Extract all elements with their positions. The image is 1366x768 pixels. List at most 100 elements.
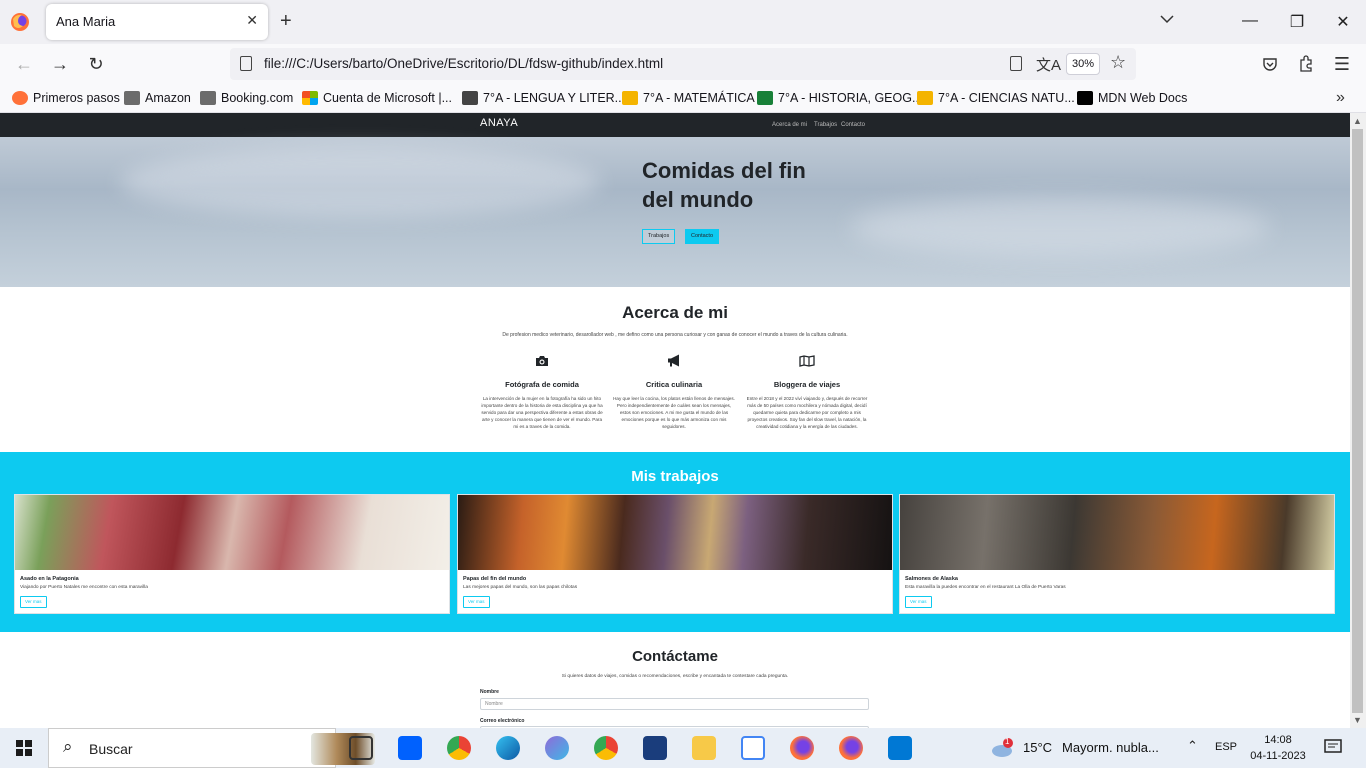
firefox-taskbar-icon[interactable] — [790, 736, 814, 760]
more-bookmarks-icon[interactable]: » — [1336, 89, 1345, 107]
bluebeam-icon[interactable] — [643, 736, 667, 760]
about-title: Acerca de mi — [622, 303, 728, 322]
reload-icon[interactable]: ↻ — [84, 53, 108, 75]
card-see-more-button[interactable]: Ver mas — [905, 596, 932, 608]
scrollbar-thumb[interactable] — [1352, 129, 1363, 713]
about-description: De profesion medico veterinario, desarol… — [502, 332, 848, 338]
show-hidden-icons[interactable]: ⌃ — [1187, 738, 1198, 754]
edge-icon[interactable] — [496, 736, 520, 760]
task-view-icon[interactable] — [349, 736, 373, 760]
hero-cloud — [850, 197, 1270, 257]
feature-photographer: Fotógrafa de comida La intervención de l… — [480, 353, 604, 430]
feature-text: Hay que leer la cocina, los platos están… — [613, 396, 735, 429]
nav-link-contact[interactable]: Contacto — [841, 122, 865, 128]
translate-icon[interactable]: 文A — [1036, 54, 1061, 75]
bookmark-item[interactable]: Primeros pasos — [12, 91, 120, 105]
site-brand[interactable]: ANAYA — [480, 117, 518, 129]
bookmark-item[interactable]: MDN Web Docs — [1077, 91, 1187, 105]
hero-cloud — [120, 147, 600, 217]
bookmark-item[interactable]: Cuenta de Microsoft |... — [302, 91, 452, 105]
pocket-icon[interactable] — [1262, 56, 1278, 72]
address-bar[interactable]: file:///C:/Users/barto/OneDrive/Escritor… — [230, 48, 1136, 80]
name-label: Nombre — [480, 689, 499, 695]
hero-works-button[interactable]: Trabajos — [642, 229, 676, 244]
card-see-more-button[interactable]: Ver mas — [463, 596, 490, 608]
taskbar-search[interactable]: ⌕ Buscar — [48, 728, 375, 768]
browser-tab[interactable]: Ana Maria ✕ — [46, 4, 268, 40]
page-info-icon[interactable] — [240, 56, 252, 71]
work-card: Asado en la Patagonia Viajando por Puert… — [14, 494, 450, 614]
language-indicator[interactable]: ESP — [1215, 741, 1237, 753]
hero-section: Comidas del fin del mundo Trabajos Conta… — [0, 137, 1350, 287]
scroll-down-icon[interactable]: ▼ — [1353, 715, 1362, 725]
card-see-more-button[interactable]: Ver mas — [20, 596, 47, 608]
classroom-icon — [462, 91, 478, 105]
camera-icon — [536, 356, 548, 366]
start-button[interactable] — [16, 740, 32, 756]
clock-time: 14:08 — [1264, 734, 1292, 746]
tab-title: Ana Maria — [56, 14, 116, 29]
nav-link-about[interactable]: Acerca de mi — [772, 122, 807, 128]
restore-icon[interactable]: ❐ — [1285, 12, 1309, 32]
app-menu-icon[interactable]: ☰ — [1330, 53, 1354, 75]
nav-link-works[interactable]: Trabajos — [814, 122, 837, 128]
classroom-icon — [622, 91, 638, 105]
list-all-tabs-icon[interactable] — [1160, 14, 1174, 24]
bookmark-item[interactable]: 7°A - LENGUA Y LITER... — [462, 91, 625, 105]
google-app-icon[interactable] — [741, 736, 765, 760]
microsoft-icon — [302, 91, 318, 105]
new-tab-button[interactable]: + — [280, 10, 292, 32]
reader-view-icon[interactable] — [1010, 56, 1022, 71]
bookmark-item[interactable]: Booking.com — [200, 91, 293, 105]
close-tab-icon[interactable]: ✕ — [246, 12, 258, 29]
extensions-icon[interactable] — [1298, 55, 1314, 73]
back-icon[interactable]: ← — [12, 53, 36, 75]
chrome-icon[interactable] — [447, 736, 471, 760]
copilot-icon[interactable] — [545, 736, 569, 760]
site-navbar: ANAYA Acerca de mi Trabajos Contacto — [0, 113, 1350, 137]
zoom-level-button[interactable]: 30% — [1066, 53, 1100, 75]
clock-date: 04-11-2023 — [1250, 750, 1306, 762]
name-field[interactable]: Nombre — [480, 698, 869, 710]
feature-title: Fotógrafa de comida — [505, 380, 579, 389]
cloudy-weather-icon[interactable] — [990, 738, 1016, 758]
map-icon — [799, 355, 815, 367]
weather-temperature[interactable]: 15°C — [1023, 740, 1052, 755]
minimize-icon[interactable]: — — [1238, 12, 1262, 30]
classroom-icon — [917, 91, 933, 105]
url-text[interactable]: file:///C:/Users/barto/OneDrive/Escritor… — [264, 56, 663, 71]
bookmark-item[interactable]: 7°A - MATEMÁTICA — [622, 91, 755, 105]
scroll-up-icon[interactable]: ▲ — [1353, 116, 1362, 126]
firefox-icon — [12, 91, 28, 105]
clock[interactable]: 14:08 04-11-2023 — [1248, 732, 1308, 764]
card-image — [458, 495, 892, 570]
notifications-icon[interactable] — [1324, 738, 1342, 756]
card-image — [15, 495, 449, 570]
bookmarks-toolbar: Primeros pasos Amazon Booking.com Cuenta… — [0, 84, 1366, 113]
card-title: Asado en la Patagonia — [20, 576, 79, 582]
contact-description: Si quieres datos de viajes, comidas o re… — [561, 674, 789, 679]
card-text: Las mejores papas del mundo, son las pap… — [463, 585, 578, 590]
firefox-active-icon[interactable] — [839, 736, 863, 760]
navigation-toolbar: ← → ↻ file:///C:/Users/barto/OneDrive/Es… — [0, 44, 1366, 84]
bookmark-item[interactable]: 7°A - CIENCIAS NATU... — [917, 91, 1075, 105]
close-window-icon[interactable]: ✕ — [1331, 12, 1355, 32]
email-label: Correo electrónico — [480, 718, 525, 724]
bookmark-item[interactable]: 7°A - HISTORIA, GEOG... — [757, 91, 922, 105]
dropbox-icon[interactable] — [398, 736, 422, 760]
bookmark-item[interactable]: Amazon — [124, 91, 191, 105]
hero-contact-button[interactable]: Contacto — [685, 229, 720, 244]
weather-description[interactable]: Mayorm. nubla... — [1062, 740, 1159, 755]
booking-icon — [200, 91, 216, 105]
forward-icon[interactable]: → — [48, 53, 72, 75]
firefox-menu-icon[interactable] — [10, 12, 30, 32]
page-scrollbar[interactable]: ▲ ▼ — [1350, 113, 1366, 728]
vscode-icon[interactable] — [888, 736, 912, 760]
chrome-profile-icon[interactable] — [594, 736, 618, 760]
work-card: Papas del fin del mundo Las mejores papa… — [457, 494, 893, 614]
feature-title: Critica culinaria — [645, 380, 703, 389]
bookmark-star-icon[interactable]: ☆ — [1110, 52, 1126, 73]
search-label: Buscar — [89, 741, 133, 757]
file-explorer-icon[interactable] — [692, 736, 716, 760]
card-title: Salmones de Alaska — [905, 576, 958, 582]
